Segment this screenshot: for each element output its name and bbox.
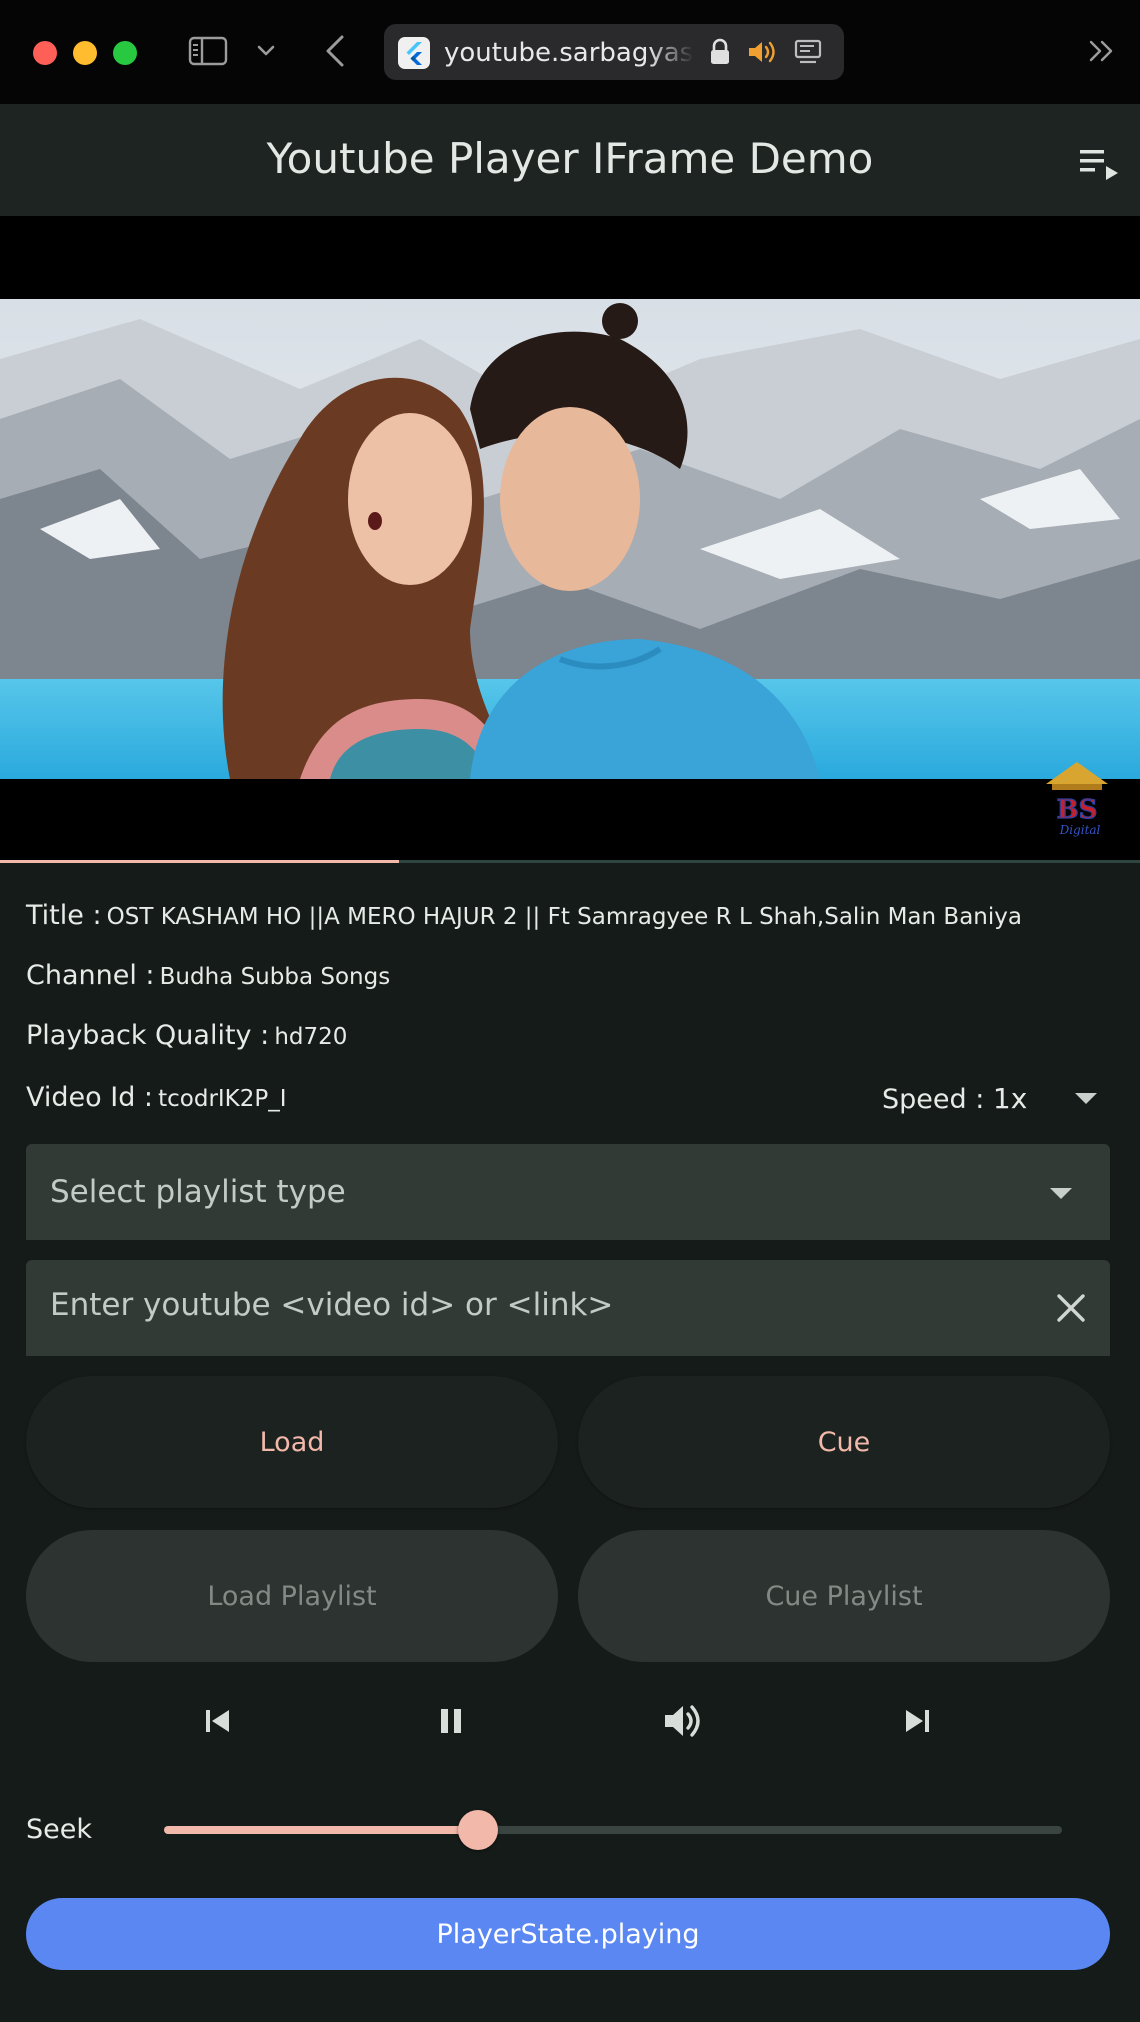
- dropdown-arrow-icon[interactable]: [1075, 1093, 1097, 1105]
- video-id-label: Video Id :: [26, 1082, 154, 1113]
- address-bar[interactable]: youtube.sarbagyasth: [384, 24, 844, 80]
- speed-dropdown[interactable]: Speed : 1x: [882, 1082, 1027, 1115]
- playback-quality-label: Playback Quality :: [26, 1020, 270, 1051]
- playback-quality-row: Playback Quality : hd720: [26, 1020, 347, 1051]
- chevron-down-icon: [257, 45, 275, 56]
- video-progress-bar: [0, 860, 1140, 863]
- title-row: Title : OST KASHAM HO ||A MERO HAJUR 2 |…: [26, 900, 1022, 931]
- video-frame[interactable]: [0, 299, 1140, 779]
- skip-next-icon: [906, 1710, 929, 1732]
- seek-label: Seek: [26, 1814, 92, 1845]
- more-toolbar-items-button[interactable]: [1085, 34, 1119, 68]
- mute-button[interactable]: [658, 1696, 708, 1746]
- svg-text:BS: BS: [1057, 795, 1098, 825]
- sidebar-toggle-button[interactable]: [186, 34, 230, 68]
- speaker-icon[interactable]: [746, 38, 780, 66]
- channel-row: Channel : Budha Subba Songs: [26, 960, 390, 991]
- load-button[interactable]: Load: [26, 1376, 558, 1508]
- picture-in-picture-icon[interactable]: [794, 38, 824, 66]
- playlist-play-icon: [1080, 150, 1118, 180]
- playlist-type-placeholder: Select playlist type: [50, 1174, 346, 1210]
- url-text: youtube.sarbagyasth: [444, 38, 694, 68]
- sidebar-icon: [188, 36, 228, 66]
- channel-value: Budha Subba Songs: [159, 964, 391, 990]
- video-id-field: [26, 1260, 1110, 1356]
- cue-button[interactable]: Cue: [578, 1376, 1110, 1508]
- video-thumbnail-image: [0, 299, 1140, 779]
- speed-label: Speed :: [882, 1084, 985, 1115]
- page-title: Youtube Player IFrame Demo: [266, 134, 874, 183]
- video-id-value: tcodrIK2P_I: [158, 1086, 287, 1112]
- title-label: Title :: [26, 900, 102, 931]
- double-chevron-right-icon: [1089, 40, 1113, 62]
- back-button[interactable]: [320, 30, 350, 72]
- video-list-button[interactable]: [1076, 144, 1122, 184]
- cue-playlist-button[interactable]: Cue Playlist: [578, 1530, 1110, 1662]
- tab-group-menu-button[interactable]: [254, 36, 278, 66]
- volume-up-icon: [665, 1705, 700, 1737]
- minimize-window-button[interactable]: [73, 41, 97, 65]
- pause-icon: [441, 1709, 461, 1733]
- svg-text:Digital: Digital: [1059, 823, 1101, 837]
- video-id-row: Video Id : tcodrIK2P_I: [26, 1082, 287, 1113]
- playback-quality-value: hd720: [274, 1024, 348, 1050]
- next-video-button[interactable]: [892, 1696, 942, 1746]
- player-state-button[interactable]: PlayerState.playing: [26, 1898, 1110, 1970]
- lock-icon: [711, 38, 729, 64]
- dropdown-arrow-icon: [1050, 1188, 1072, 1199]
- close-window-button[interactable]: [33, 41, 57, 65]
- load-playlist-button[interactable]: Load Playlist: [26, 1530, 558, 1662]
- skip-previous-icon: [206, 1710, 229, 1732]
- clear-icon[interactable]: [1054, 1291, 1088, 1325]
- video-progress-fill: [0, 860, 399, 863]
- zoom-window-button[interactable]: [113, 41, 137, 65]
- playlist-type-select[interactable]: Select playlist type: [26, 1144, 1110, 1240]
- seek-slider-fill: [164, 1826, 479, 1834]
- seek-slider[interactable]: [164, 1810, 1062, 1850]
- browser-toolbar: youtube.sarbagyasth: [0, 0, 1140, 104]
- seek-slider-thumb[interactable]: [458, 1810, 499, 1850]
- video-id-input[interactable]: [50, 1282, 1030, 1328]
- flutter-favicon: [398, 37, 430, 69]
- title-value: OST KASHAM HO ||A MERO HAJUR 2 || Ft Sam…: [106, 904, 1022, 930]
- app-bar: Youtube Player IFrame Demo: [0, 104, 1140, 216]
- video-player[interactable]: BS Digital: [0, 216, 1140, 863]
- speed-value: 1x: [992, 1082, 1028, 1115]
- play-pause-button[interactable]: [426, 1696, 476, 1746]
- channel-label: Channel :: [26, 960, 155, 991]
- channel-watermark-logo: BS Digital: [1046, 762, 1108, 837]
- back-arrow-icon: [326, 35, 344, 67]
- previous-video-button[interactable]: [193, 1696, 243, 1746]
